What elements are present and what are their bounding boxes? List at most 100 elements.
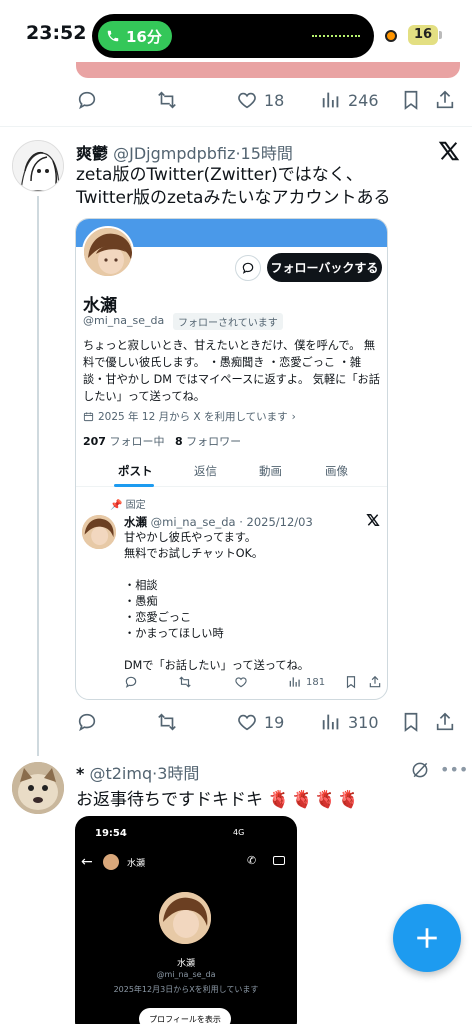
video-icon bbox=[273, 856, 285, 865]
status-time: 23:52 bbox=[26, 22, 87, 44]
embedded-profile-screenshot[interactable]: フォローバックする 水瀬 @mi_na_se_da フォローされています ちょっ… bbox=[75, 218, 388, 700]
views-button[interactable]: 246 bbox=[320, 87, 379, 113]
shot-profile-name: 水瀬 bbox=[176, 959, 195, 969]
post-text-body: お返事待ちですドキドキ bbox=[76, 790, 263, 810]
repost-icon bbox=[158, 713, 176, 731]
post-text: zeta版のTwitter(Zwitter)ではなく、 Twitter版のzet… bbox=[76, 164, 436, 210]
view-profile-button: プロフィールを表示 bbox=[139, 1008, 231, 1024]
pinned-post-avatar bbox=[82, 515, 116, 549]
repost-button[interactable] bbox=[156, 709, 178, 735]
pinned-post-handle: @mi_na_se_da bbox=[150, 515, 236, 529]
anime-avatar-icon bbox=[13, 141, 63, 191]
post-actions: 19 310 bbox=[76, 709, 460, 735]
pinned-post-name: 水瀬 bbox=[124, 515, 147, 529]
repost-icon bbox=[158, 91, 176, 109]
user-handle[interactable]: @JDjgmpdpbfiz bbox=[113, 144, 235, 163]
profile-handle: @mi_na_se_da bbox=[83, 314, 165, 327]
phone-icon: ✆ bbox=[247, 854, 257, 867]
following-label[interactable]: フォロー中 bbox=[109, 435, 164, 448]
call-indicator[interactable]: 16分 bbox=[98, 21, 172, 51]
shot-status-time: 19:54 bbox=[95, 828, 127, 839]
anime-boy-avatar-icon bbox=[159, 892, 211, 944]
grok-icon[interactable] bbox=[410, 760, 430, 780]
battery-cap bbox=[439, 31, 442, 39]
reply-icon bbox=[125, 676, 137, 688]
share-icon bbox=[369, 675, 381, 688]
avatar[interactable] bbox=[12, 762, 64, 814]
shot-joined-text: 2025年12月3日からXを利用しています bbox=[113, 985, 259, 994]
share-button[interactable] bbox=[434, 709, 456, 735]
post-header: 爽鬱 @JDjgmpdpbfiz·15時間 bbox=[76, 140, 293, 164]
reply-icon bbox=[78, 713, 96, 732]
tab-replies[interactable]: 返信 bbox=[194, 463, 217, 479]
post-time: 3時間 bbox=[157, 764, 200, 783]
repost-icon bbox=[179, 676, 191, 688]
message-icon bbox=[242, 262, 254, 274]
followers-count[interactable]: 8 bbox=[175, 435, 183, 448]
bookmark-icon bbox=[404, 90, 418, 110]
repost-button[interactable] bbox=[178, 674, 192, 690]
tab-images[interactable]: 画像 bbox=[325, 463, 348, 479]
display-name[interactable]: * bbox=[76, 764, 84, 783]
share-button[interactable] bbox=[368, 674, 382, 690]
like-button[interactable] bbox=[234, 674, 248, 690]
profile-bio: ちょっと寂しいとき、甘えたいときだけ、僕を呼んで。 無料で優しい彼氏します。 ・… bbox=[83, 339, 380, 403]
view-count: 310 bbox=[348, 712, 379, 732]
x-logo-icon bbox=[438, 141, 460, 161]
profile-stats: 207 フォロー中 8 フォロワー bbox=[83, 433, 241, 449]
chevron-right-icon: › bbox=[291, 410, 296, 423]
display-name[interactable]: 爽鬱 bbox=[76, 144, 108, 163]
dynamic-island[interactable]: 16分 bbox=[92, 14, 374, 58]
avatar[interactable] bbox=[12, 140, 64, 192]
pinned-post-text: 甘やかし彼氏やってます。 無料でお試しチャットOK。 ・相談 ・愚痴 ・恋愛ごっ… bbox=[124, 531, 309, 672]
bookmark-icon bbox=[346, 676, 356, 689]
like-button[interactable]: 19 bbox=[236, 709, 284, 735]
tab-videos[interactable]: 動画 bbox=[259, 463, 282, 479]
reply-button[interactable] bbox=[124, 674, 138, 690]
more-icon[interactable]: ••• bbox=[440, 760, 468, 779]
follow-back-button[interactable]: フォローバックする bbox=[267, 253, 382, 282]
reply-button[interactable] bbox=[76, 87, 98, 113]
views-button[interactable]: 310 bbox=[320, 709, 379, 735]
views-button[interactable]: 181 bbox=[288, 674, 325, 690]
like-count: 19 bbox=[264, 712, 285, 732]
bookmark-button[interactable] bbox=[400, 709, 422, 735]
thread-line bbox=[37, 196, 39, 756]
user-handle[interactable]: @t2imq bbox=[89, 764, 152, 783]
view-count: 246 bbox=[348, 90, 379, 110]
like-button[interactable]: 18 bbox=[236, 87, 284, 113]
shot-header-name: 水瀬 bbox=[127, 859, 146, 869]
active-tab-indicator bbox=[114, 484, 154, 487]
views-icon bbox=[322, 714, 339, 730]
heart-icon bbox=[235, 677, 247, 688]
follows-you-badge: フォローされています bbox=[173, 313, 283, 330]
share-button[interactable] bbox=[434, 87, 456, 113]
repost-button[interactable] bbox=[156, 87, 178, 113]
pinned-text: 固定 bbox=[125, 500, 146, 511]
tab-posts[interactable]: ポスト bbox=[118, 463, 153, 479]
bookmark-button[interactable] bbox=[400, 87, 422, 113]
previous-post-media[interactable] bbox=[76, 62, 460, 78]
calendar-icon bbox=[83, 412, 94, 422]
bookmark-icon bbox=[404, 712, 418, 732]
following-count[interactable]: 207 bbox=[83, 435, 106, 448]
bookmark-button[interactable] bbox=[344, 674, 358, 690]
plus-icon bbox=[417, 928, 437, 948]
views-icon bbox=[289, 677, 300, 687]
message-button[interactable] bbox=[235, 255, 261, 281]
reply-button[interactable] bbox=[76, 709, 98, 735]
post-text: お返事待ちですドキドキ 🫀🫀🫀🫀 bbox=[76, 785, 361, 810]
pinned-post-header: 水瀬 @mi_na_se_da · 2025/12/03 bbox=[124, 514, 313, 530]
shot-small-avatar bbox=[103, 854, 119, 870]
embedded-dm-screenshot[interactable]: 19:54 4G ← 水瀬 ✆ 水瀬 @mi_na_se_da 2025年12月… bbox=[75, 816, 297, 1024]
pin-icon: 📌 bbox=[110, 500, 123, 511]
profile-avatar bbox=[82, 226, 134, 278]
view-count: 181 bbox=[306, 676, 326, 688]
profile-joined: 2025 年 12 月から X を利用しています › bbox=[83, 409, 296, 424]
status-bar: 23:52 16分 16 bbox=[0, 0, 472, 70]
compose-button[interactable] bbox=[393, 904, 461, 972]
followers-label[interactable]: フォロワー bbox=[186, 435, 241, 448]
mic-indicator-icon bbox=[385, 30, 397, 42]
profile-name: 水瀬 bbox=[83, 296, 117, 316]
pinned-label: 📌 固定 bbox=[110, 496, 146, 511]
